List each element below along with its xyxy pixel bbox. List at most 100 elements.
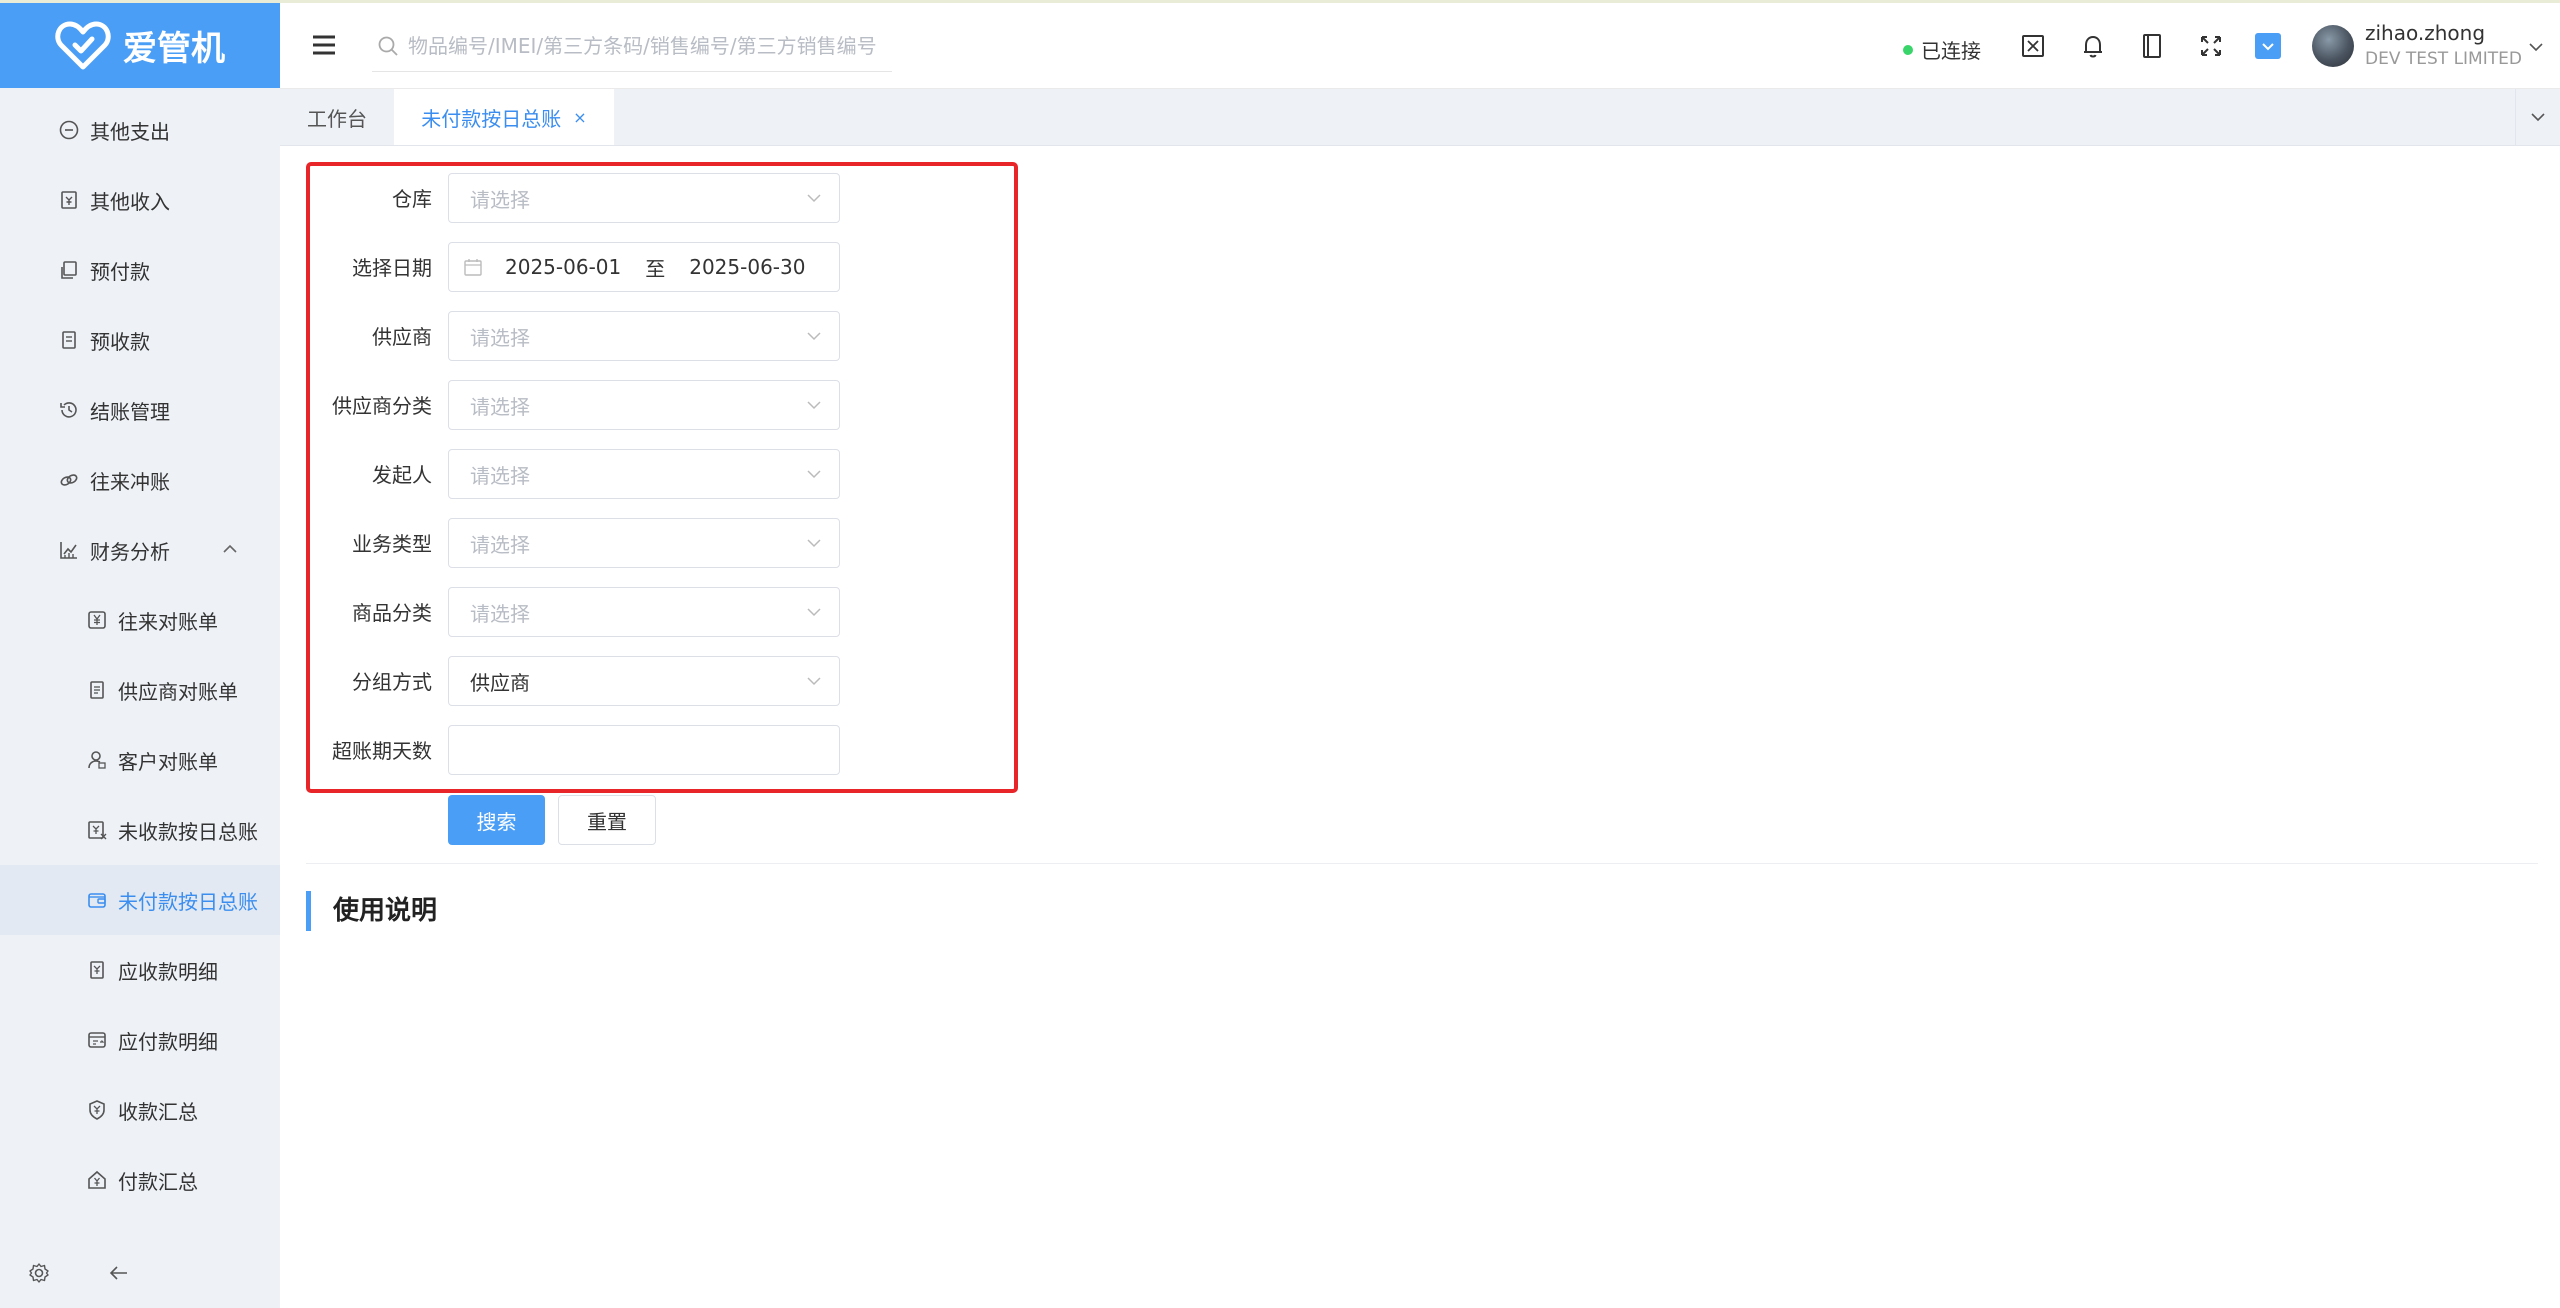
sidebar-item-supplier-statement[interactable]: 供应商对账单 [0, 655, 280, 725]
sidebar-item-closing[interactable]: 结账管理 [0, 375, 280, 445]
sidebar-item-receivable-detail[interactable]: 应收款明细 [0, 935, 280, 1005]
scan-icon[interactable] [2018, 31, 2048, 61]
sidebar-item-other-income[interactable]: 其他收入 [0, 165, 280, 235]
sidebar-item-finance-analysis[interactable]: 财务分析 [0, 515, 280, 585]
sidebar-item-label: 未付款按日总账 [118, 889, 258, 914]
group-by-select[interactable]: 供应商 [448, 656, 840, 706]
top-header: 已连接 zihao.zhong DEV TEST LIMITED [280, 3, 2560, 89]
warehouse-select[interactable]: 请选择 [448, 173, 840, 223]
tab-workbench[interactable]: 工作台 [280, 89, 394, 145]
form-row-warehouse: 仓库 请选择 [310, 173, 870, 225]
yen-x-icon [86, 819, 108, 841]
chevron-down-icon[interactable] [2526, 37, 2546, 57]
tab-label: 工作台 [307, 106, 367, 131]
dropdown-square-icon[interactable] [2253, 31, 2283, 61]
sidebar-item-advance-receipt[interactable]: 预收款 [0, 305, 280, 375]
reset-button[interactable]: 重置 [558, 795, 656, 845]
field-label: 分组方式 [352, 670, 432, 694]
minus-circle-icon [58, 119, 80, 141]
close-icon[interactable]: × [573, 108, 586, 127]
sidebar-item-receipt-summary[interactable]: 收款汇总 [0, 1075, 280, 1145]
select-placeholder: 请选择 [470, 394, 530, 419]
sidebar: 爱管机 其他支出 其他收入 预付款 预收款 结账管理 往来冲账 财务分析 往来对… [0, 3, 280, 1308]
sidebar-item-label: 供应商对账单 [118, 679, 238, 704]
sidebar-item-unreceived-daily[interactable]: 未收款按日总账 [0, 795, 280, 865]
chart-icon [58, 539, 80, 561]
sidebar-item-payment-summary[interactable]: 付款汇总 [0, 1145, 280, 1215]
form-row-initiator: 发起人 请选择 [310, 449, 870, 501]
link-icon [58, 469, 80, 491]
receipt-icon [58, 189, 80, 211]
field-label: 选择日期 [352, 256, 432, 280]
fullscreen-icon[interactable] [2196, 31, 2226, 61]
sidebar-item-reconciliation[interactable]: 往来对账单 [0, 585, 280, 655]
sidebar-item-payable-detail[interactable]: 应付款明细 [0, 1005, 280, 1075]
chevron-down-icon [807, 194, 821, 203]
sidebar-item-prepayment[interactable]: 预付款 [0, 235, 280, 305]
sidebar-item-label: 客户对账单 [118, 749, 218, 774]
start-date[interactable]: 2025-06-01 [505, 255, 621, 279]
initiator-select[interactable]: 请选择 [448, 449, 840, 499]
field-label: 仓库 [392, 187, 432, 211]
product-category-select[interactable]: 请选择 [448, 587, 840, 637]
form-row-date: 选择日期 2025-06-01 至 2025-06-30 [310, 242, 870, 294]
sidebar-item-label: 预付款 [90, 259, 150, 284]
field-label: 发起人 [372, 463, 432, 487]
search-input[interactable] [406, 33, 880, 59]
form-row-product-category: 商品分类 请选择 [310, 587, 870, 639]
select-placeholder: 请选择 [470, 187, 530, 212]
field-label: 供应商 [372, 325, 432, 349]
supplier-select[interactable]: 请选择 [448, 311, 840, 361]
yen-icon [86, 609, 108, 631]
form-row-group-by: 分组方式 供应商 [310, 656, 870, 708]
tabs-dropdown[interactable] [2515, 89, 2560, 145]
sidebar-item-customer-statement[interactable]: 客户对账单 [0, 725, 280, 795]
tab-unpaid-daily[interactable]: 未付款按日总账 × [394, 89, 614, 145]
logo[interactable]: 爱管机 [0, 3, 280, 88]
company-name: DEV TEST LIMITED [2365, 49, 2522, 69]
sidebar-item-other-expense[interactable]: 其他支出 [0, 95, 280, 165]
house-yen-icon [86, 1169, 108, 1191]
user-name[interactable]: zihao.zhong [2365, 21, 2485, 45]
supplier-category-select[interactable]: 请选择 [448, 380, 840, 430]
sidebar-item-unpaid-daily[interactable]: 未付款按日总账 [0, 865, 280, 935]
connection-status: 已连接 [1903, 35, 1981, 64]
chevron-down-icon [807, 470, 821, 479]
sidebar-footer [0, 1238, 280, 1308]
logo-text: 爱管机 [123, 29, 225, 69]
tab-label: 未付款按日总账 [421, 106, 562, 131]
form-row-business-type: 业务类型 请选择 [310, 518, 870, 570]
sidebar-item-label: 应收款明细 [118, 959, 218, 984]
business-type-select[interactable]: 请选择 [448, 518, 840, 568]
avatar[interactable] [2312, 25, 2354, 67]
form-row-supplier-category: 供应商分类 请选择 [310, 380, 870, 432]
field-label: 业务类型 [352, 532, 432, 556]
sidebar-item-label: 其他收入 [90, 189, 170, 214]
sidebar-item-write-off[interactable]: 往来冲账 [0, 445, 280, 515]
date-range-picker[interactable]: 2025-06-01 至 2025-06-30 [448, 242, 840, 292]
history-icon [58, 399, 80, 421]
status-dot [1903, 44, 1913, 55]
sidebar-item-label: 未收款按日总账 [118, 819, 258, 844]
chevron-up-icon[interactable] [220, 539, 240, 559]
end-date[interactable]: 2025-06-30 [689, 255, 805, 279]
global-search [372, 21, 892, 72]
bell-icon[interactable] [2078, 31, 2108, 61]
calendar-icon [464, 259, 482, 276]
gear-icon[interactable] [27, 1261, 51, 1285]
search-icon [378, 36, 398, 56]
section-title: 使用说明 [306, 891, 437, 931]
field-label: 供应商分类 [332, 394, 432, 418]
collapse-arrow-icon[interactable] [107, 1261, 131, 1285]
overdue-days-input[interactable] [448, 725, 840, 775]
sidebar-item-label: 付款汇总 [118, 1169, 198, 1194]
divider [306, 863, 2538, 864]
notebook-icon[interactable] [2137, 31, 2167, 61]
user-icon [86, 749, 108, 771]
document-icon [58, 329, 80, 351]
menu-toggle-icon[interactable] [310, 31, 338, 59]
select-placeholder: 请选择 [470, 601, 530, 626]
search-button[interactable]: 搜索 [448, 795, 545, 845]
sidebar-item-label: 收款汇总 [118, 1099, 198, 1124]
field-label: 超账期天数 [332, 739, 432, 763]
